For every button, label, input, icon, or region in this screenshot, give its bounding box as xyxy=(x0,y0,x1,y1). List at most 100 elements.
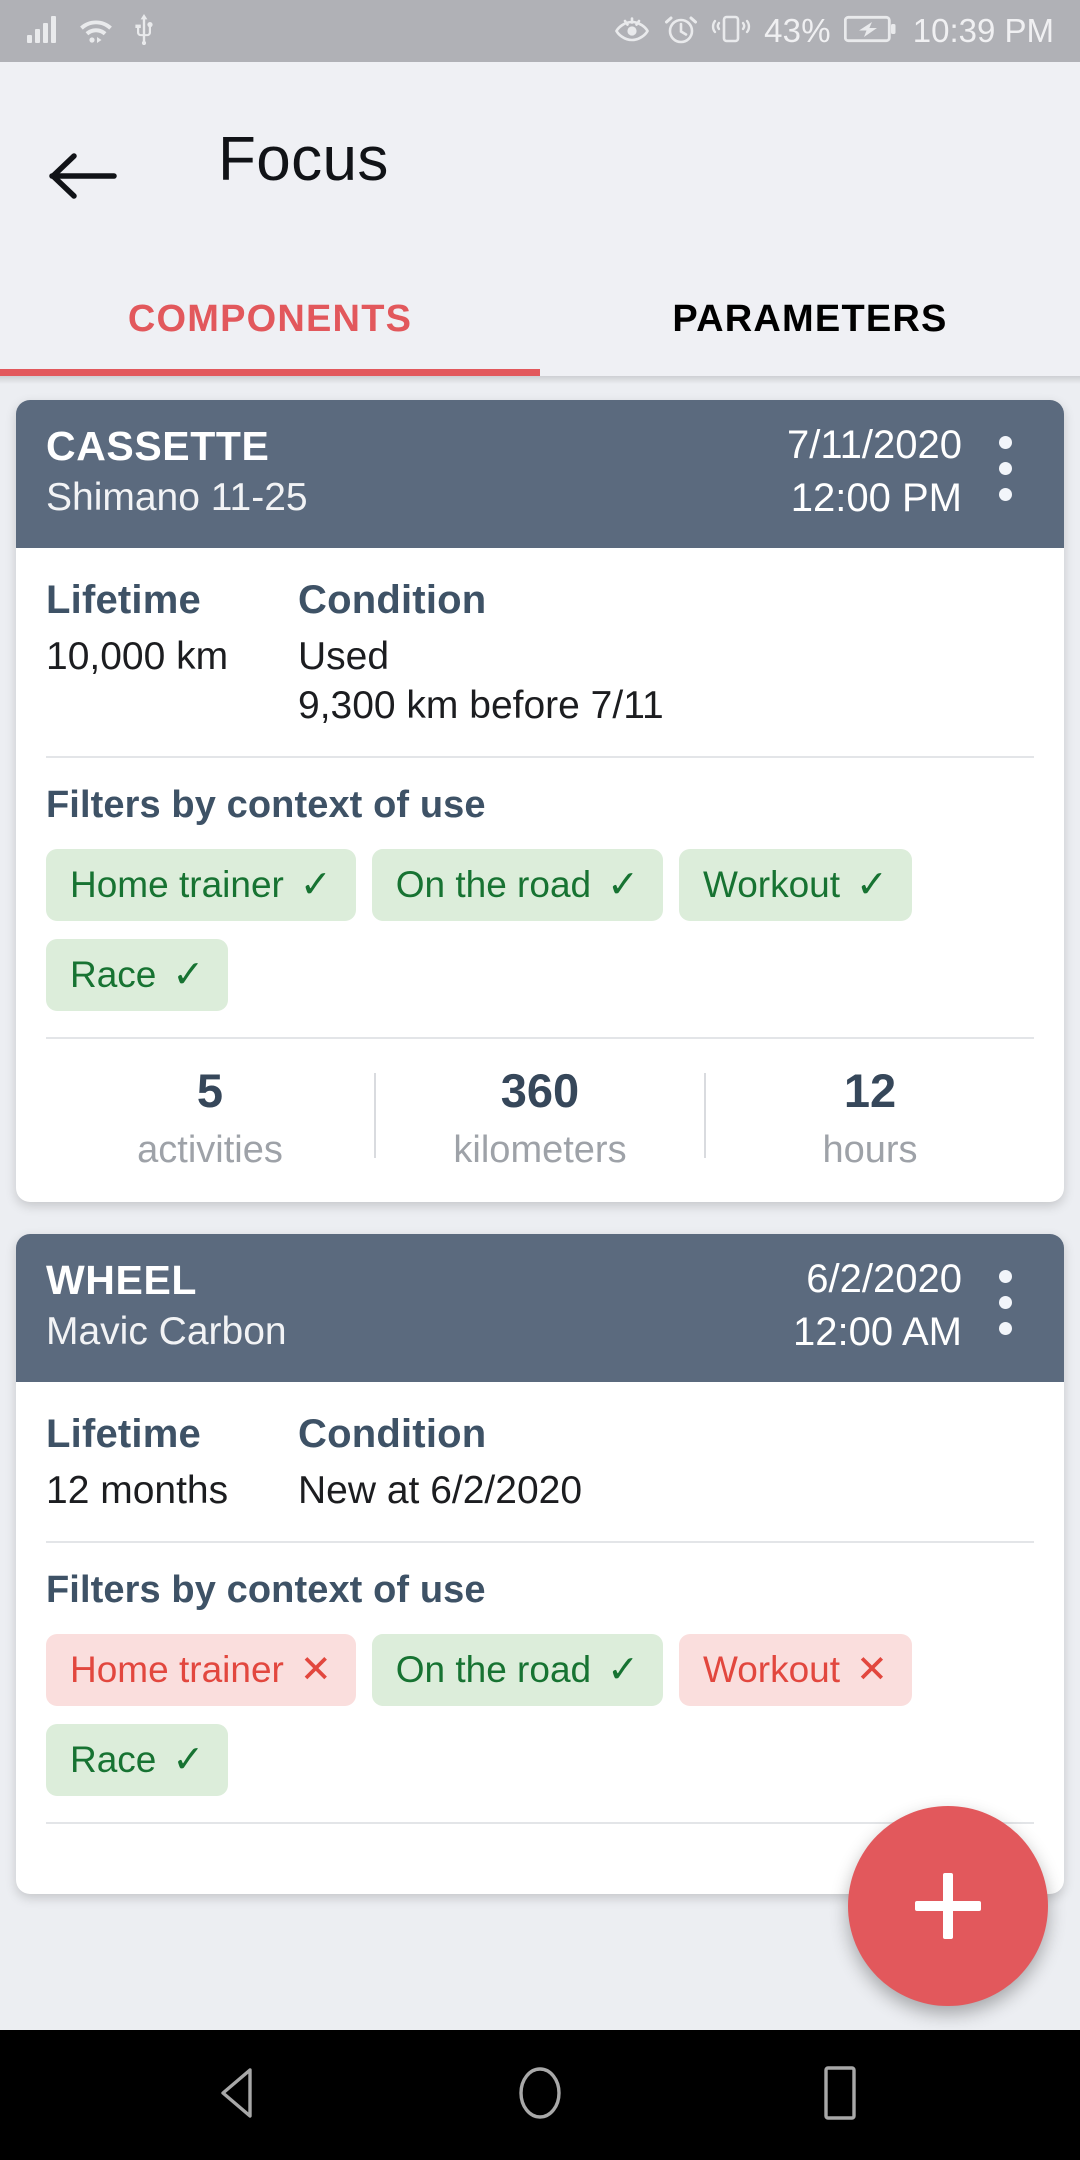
home-nav-button[interactable] xyxy=(485,2040,595,2150)
lifetime-label: Lifetime xyxy=(46,1411,201,1456)
stat-unit: activities xyxy=(137,1128,283,1171)
stat-activities: 5 activities xyxy=(46,1065,374,1172)
check-icon: ✓ xyxy=(607,864,639,907)
card-time: 12:00 PM xyxy=(790,476,962,521)
stat-hours: 12 hours xyxy=(706,1065,1034,1172)
kebab-menu-icon xyxy=(998,1321,1012,1335)
card-date: 6/2/2020 xyxy=(806,1256,962,1301)
kebab-menu-icon xyxy=(998,1269,1012,1283)
stat-value: 12 xyxy=(843,1064,897,1118)
recents-nav-button[interactable] xyxy=(785,2040,895,2150)
lifetime-value: 12 months xyxy=(46,1468,229,1512)
filter-chip-on-the-road[interactable]: On the road ✓ xyxy=(371,1634,663,1707)
vibrate-icon xyxy=(711,13,751,50)
alarm-icon xyxy=(664,13,698,50)
tab-components-label: COMPONENTS xyxy=(127,297,413,340)
cross-icon: ✕ xyxy=(856,1649,888,1692)
app-bar: Focus xyxy=(0,62,1080,262)
filters-title: Filters by context of use xyxy=(46,1569,486,1612)
check-icon: ✓ xyxy=(607,1649,639,1692)
condition-detail: 9,300 km before 7/11 xyxy=(298,684,664,728)
filter-chip-group: Home trainer ✓ On the road ✓ Workout ✓ R… xyxy=(46,849,1034,1012)
tab-bar: COMPONENTS PARAMETERS xyxy=(0,262,1080,376)
check-icon: ✓ xyxy=(299,864,332,907)
condition-block: Condition Used 9,300 km before 7/11 xyxy=(298,578,1034,730)
eye-comfort-icon xyxy=(613,14,651,49)
filter-chip-home-trainer[interactable]: Home trainer ✕ xyxy=(46,1634,356,1707)
card-body: Lifetime 10,000 km Condition Used 9,300 … xyxy=(16,548,1064,1202)
kebab-menu-icon xyxy=(998,488,1012,501)
back-button[interactable] xyxy=(40,142,126,214)
kebab-menu-icon xyxy=(998,462,1012,475)
filter-chip-home-trainer[interactable]: Home trainer ✓ xyxy=(46,849,356,922)
filter-chip-group: Home trainer ✕ On the road ✓ Workout ✕ R… xyxy=(46,1634,1034,1797)
filter-chip-workout[interactable]: Workout ✓ xyxy=(678,849,912,922)
filter-chip-label: Workout xyxy=(702,864,841,906)
filter-chip-label: Race xyxy=(70,1739,157,1781)
filters-section: Filters by context of use Home trainer ✓… xyxy=(46,758,1034,1037)
battery-charging-icon xyxy=(843,14,896,49)
check-icon: ✓ xyxy=(856,864,888,907)
status-bar-right-icons: 43% 10:39 PM xyxy=(613,12,1054,50)
plus-icon xyxy=(915,1873,981,1939)
triangle-back-icon xyxy=(214,2065,266,2126)
card-time: 12:00 AM xyxy=(792,1310,962,1355)
filter-chip-workout[interactable]: Workout ✕ xyxy=(678,1634,912,1707)
check-icon: ✓ xyxy=(172,1739,205,1782)
card-header-left: CASSETTE Shimano 11-25 xyxy=(46,422,308,522)
card-date: 7/11/2020 xyxy=(787,423,962,467)
card-title: WHEEL xyxy=(46,1256,198,1303)
component-list[interactable]: CASSETTE Shimano 11-25 7/11/2020 12:00 P… xyxy=(0,384,1080,2030)
card-header: WHEEL Mavic Carbon 6/2/2020 12:00 AM xyxy=(16,1233,1064,1382)
signal-icon xyxy=(26,14,60,49)
filter-chip-on-the-road[interactable]: On the road ✓ xyxy=(371,849,663,922)
filter-chip-label: On the road xyxy=(395,864,592,906)
usb-icon xyxy=(132,13,156,50)
kebab-menu-icon xyxy=(998,1295,1012,1309)
condition-label: Condition xyxy=(298,1411,487,1456)
add-component-fab[interactable] xyxy=(848,1806,1048,2006)
status-bar-left-icons xyxy=(26,13,156,50)
filters-section: Filters by context of use Home trainer ✕… xyxy=(46,1543,1034,1822)
filter-chip-label: Home trainer xyxy=(70,1649,284,1691)
card-header-right: 6/2/2020 12:00 AM xyxy=(793,1256,976,1356)
square-recents-icon xyxy=(816,2064,864,2127)
tab-components[interactable]: COMPONENTS xyxy=(0,262,540,376)
status-bar: 43% 10:39 PM xyxy=(0,0,1080,62)
condition-value: New at 6/2/2020 xyxy=(298,1468,583,1512)
component-card-cassette[interactable]: CASSETTE Shimano 11-25 7/11/2020 12:00 P… xyxy=(16,400,1064,1202)
card-subtitle: Shimano 11-25 xyxy=(46,476,308,520)
stat-kilometers: 360 kilometers xyxy=(376,1065,704,1172)
tab-active-indicator xyxy=(0,369,540,376)
stat-unit: kilometers xyxy=(453,1128,627,1171)
filter-chip-race[interactable]: Race ✓ xyxy=(46,1724,229,1797)
card-subtitle: Mavic Carbon xyxy=(46,1310,287,1354)
page-title: Focus xyxy=(218,125,389,194)
stat-value: 5 xyxy=(196,1064,224,1118)
cross-icon: ✕ xyxy=(299,1649,332,1692)
card-specs: Lifetime 12 months Condition New at 6/2/… xyxy=(46,1382,1034,1541)
filter-chip-race[interactable]: Race ✓ xyxy=(46,939,229,1012)
card-specs: Lifetime 10,000 km Condition Used 9,300 … xyxy=(46,548,1034,756)
card-stats: 5 activities 360 kilometers 12 hours xyxy=(46,1039,1034,1202)
filter-chip-label: Workout xyxy=(702,1649,841,1691)
filter-chip-label: On the road xyxy=(395,1649,592,1691)
system-navigation-bar xyxy=(0,2030,1080,2160)
card-overflow-menu-button[interactable] xyxy=(976,1256,1034,1335)
component-card-wheel[interactable]: WHEEL Mavic Carbon 6/2/2020 12:00 AM Lif… xyxy=(16,1233,1064,1895)
card-header: CASSETTE Shimano 11-25 7/11/2020 12:00 P… xyxy=(16,400,1064,548)
wifi-icon xyxy=(77,14,115,49)
tab-bar-shadow xyxy=(0,376,1080,384)
filter-chip-label: Race xyxy=(70,954,157,996)
back-nav-button[interactable] xyxy=(185,2040,295,2150)
card-overflow-menu-button[interactable] xyxy=(976,422,1034,501)
card-title: CASSETTE xyxy=(46,423,270,469)
stat-value: 360 xyxy=(500,1064,580,1118)
condition-label: Condition xyxy=(298,578,487,622)
tab-parameters[interactable]: PARAMETERS xyxy=(540,262,1080,376)
filters-title: Filters by context of use xyxy=(46,784,486,827)
circle-home-icon xyxy=(514,2064,566,2127)
condition-value: Used xyxy=(298,635,390,678)
filter-chip-label: Home trainer xyxy=(70,864,284,906)
clock-label: 10:39 PM xyxy=(912,12,1054,49)
